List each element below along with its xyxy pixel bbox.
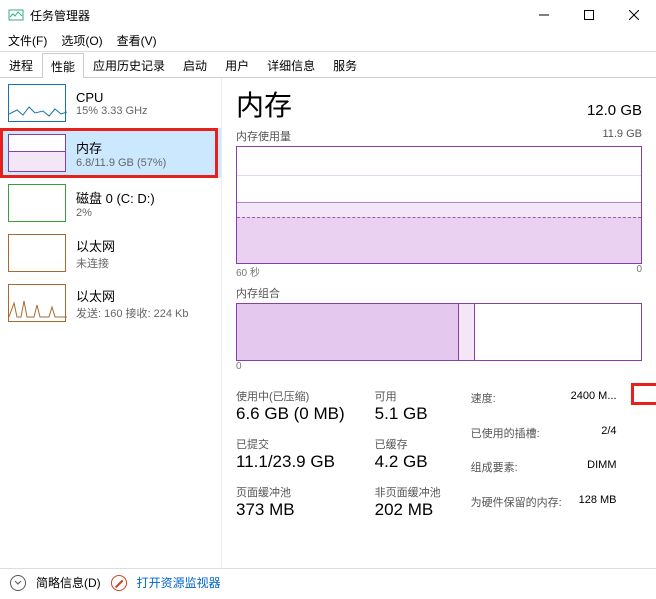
mem-label: 内存	[76, 138, 166, 157]
menubar: 文件(F) 选项(O) 查看(V)	[0, 30, 656, 52]
chevron-down-icon[interactable]	[10, 575, 26, 591]
sidebar-item-disk[interactable]: 磁盘 0 (C: D:) 2%	[0, 178, 221, 228]
nonpaged-label: 非页面缓冲池	[375, 484, 441, 500]
committed-label: 已提交	[236, 436, 345, 452]
sidebar-item-ethernet-0[interactable]: 以太网 未连接	[0, 228, 221, 278]
tab-processes[interactable]: 进程	[0, 52, 42, 77]
committed-value: 11.1/23.9 GB	[236, 452, 345, 472]
app-icon	[8, 7, 24, 23]
sidebar-item-ethernet-1[interactable]: 以太网 发送: 160 接收: 224 Kb	[0, 278, 221, 328]
fewer-details-link[interactable]: 简略信息(D)	[36, 574, 101, 591]
disk-label: 磁盘 0 (C: D:)	[76, 188, 155, 207]
menu-options[interactable]: 选项(O)	[61, 32, 102, 49]
axis-right: 0	[636, 264, 642, 279]
mem-sub: 6.8/11.9 GB (57%)	[76, 157, 166, 169]
slots-key: 已使用的插槽:	[471, 425, 571, 452]
tab-startup[interactable]: 启动	[174, 52, 216, 77]
detail-pane: 内存 12.0 GB 内存使用量 11.9 GB 60 秒 0 内存组合 0 使…	[222, 78, 656, 568]
minimize-button[interactable]	[521, 0, 566, 30]
in-use-value: 6.6 GB (0 MB)	[236, 404, 345, 424]
tab-app-history[interactable]: 应用历史记录	[84, 52, 174, 77]
paged-value: 373 MB	[236, 500, 345, 520]
axis-left: 60 秒	[236, 264, 260, 279]
menu-file[interactable]: 文件(F)	[8, 32, 47, 49]
tab-details[interactable]: 详细信息	[258, 52, 324, 77]
cached-label: 已缓存	[375, 436, 441, 452]
titlebar: 任务管理器	[0, 0, 656, 30]
memory-properties: 速度: 2400 M... 已使用的插槽: 2/4 组成要素: DIMM 为硬件…	[471, 390, 617, 520]
hw-reserved-value: 128 MB	[571, 494, 617, 521]
sidebar-item-cpu[interactable]: CPU 15% 3.33 GHz	[0, 78, 221, 128]
slots-value: 2/4	[571, 425, 617, 452]
usage-max: 11.9 GB	[602, 128, 642, 140]
sidebar: CPU 15% 3.33 GHz 内存 6.8/11.9 GB (57%) 磁盘…	[0, 78, 222, 568]
eth1-label: 以太网	[76, 286, 189, 305]
detail-title: 内存	[236, 84, 292, 124]
tab-strip: 进程 性能 应用历史记录 启动 用户 详细信息 服务	[0, 52, 656, 78]
usage-label: 内存使用量	[236, 131, 291, 143]
form-key: 组成要素:	[471, 459, 571, 486]
memory-usage-chart[interactable]	[236, 146, 642, 264]
resource-monitor-icon	[111, 575, 127, 591]
nonpaged-value: 202 MB	[375, 500, 441, 520]
speed-value: 2400 M...	[571, 390, 617, 417]
comp-left: 0	[236, 361, 642, 372]
disk-thumb	[8, 184, 66, 222]
form-value: DIMM	[571, 459, 617, 486]
detail-total: 12.0 GB	[587, 102, 642, 119]
speed-key: 速度:	[471, 390, 571, 417]
main-area: CPU 15% 3.33 GHz 内存 6.8/11.9 GB (57%) 磁盘…	[0, 78, 656, 568]
eth0-label: 以太网	[76, 236, 115, 255]
eth1-thumb	[8, 284, 66, 322]
memory-composition-chart[interactable]	[236, 303, 642, 361]
tab-performance[interactable]: 性能	[42, 53, 84, 78]
available-value: 5.1 GB	[375, 404, 441, 424]
disk-sub: 2%	[76, 207, 155, 219]
eth1-sub: 发送: 160 接收: 224 Kb	[76, 305, 189, 321]
maximize-button[interactable]	[566, 0, 611, 30]
sidebar-item-memory[interactable]: 内存 6.8/11.9 GB (57%)	[0, 128, 221, 178]
cached-value: 4.2 GB	[375, 452, 441, 472]
open-resource-monitor-link[interactable]: 打开资源监视器	[137, 574, 221, 591]
menu-view[interactable]: 查看(V)	[117, 32, 157, 49]
cpu-sub: 15% 3.33 GHz	[76, 105, 148, 117]
mem-thumb	[8, 134, 66, 172]
cpu-thumb	[8, 84, 66, 122]
hw-reserved-key: 为硬件保留的内存:	[471, 494, 571, 521]
cpu-label: CPU	[76, 90, 148, 105]
stats-grid: 使用中(已压缩) 6.6 GB (0 MB) 已提交 11.1/23.9 GB …	[236, 388, 642, 520]
in-use-label: 使用中(已压缩)	[236, 388, 345, 404]
eth0-thumb	[8, 234, 66, 272]
tab-users[interactable]: 用户	[216, 52, 258, 77]
window-title: 任务管理器	[30, 7, 521, 24]
eth0-sub: 未连接	[76, 255, 115, 271]
tab-services[interactable]: 服务	[324, 52, 366, 77]
footer: 简略信息(D) 打开资源监视器	[0, 568, 656, 596]
paged-label: 页面缓冲池	[236, 484, 345, 500]
close-button[interactable]	[611, 0, 656, 30]
comp-label: 内存组合	[236, 285, 642, 301]
available-label: 可用	[375, 388, 441, 404]
